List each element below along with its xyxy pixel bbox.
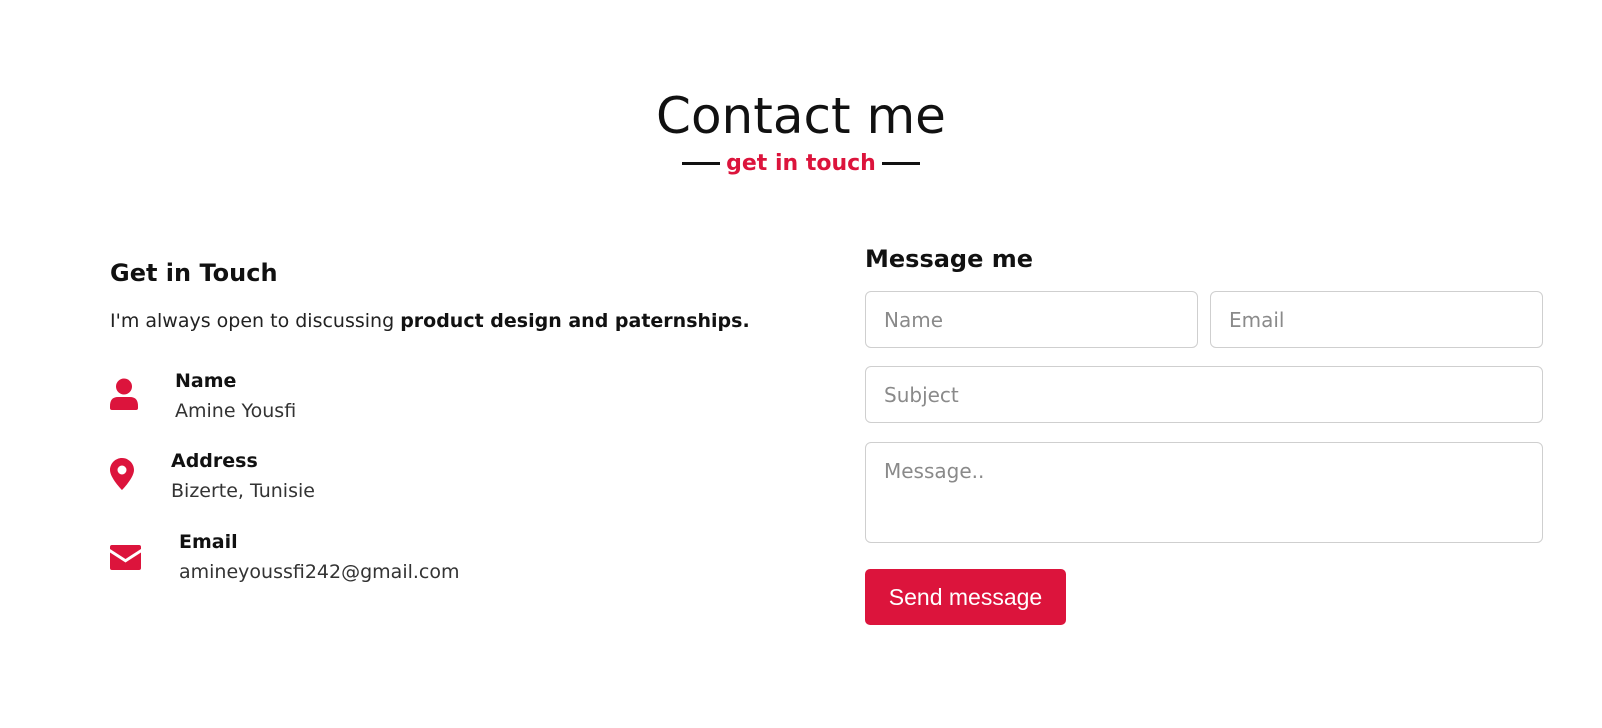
info-label-name: Name: [175, 370, 237, 392]
map-pin-icon: [110, 458, 134, 490]
envelope-icon: [110, 545, 141, 570]
info-value-email: amineyoussfi242@gmail.com: [179, 561, 460, 583]
right-dash-divider: [881, 161, 920, 165]
user-icon: [110, 378, 138, 410]
section-subtitle: get in touch: [0, 150, 1602, 178]
subtitle-text: get in touch: [726, 151, 876, 176]
contact-section: Contact me get in touch Get in Touch I'm…: [0, 0, 1602, 728]
info-value-name: Amine Yousfi: [175, 400, 297, 422]
info-value-address: Bizerte, Tunisie: [171, 480, 315, 502]
intro-bold-text: product design and paternships.: [400, 310, 750, 332]
contact-info-heading: Get in Touch: [110, 259, 278, 287]
intro-text: I'm always open to discussing: [110, 310, 401, 332]
send-message-button[interactable]: Send message: [865, 569, 1066, 625]
contact-intro: I'm always open to discussing product de…: [110, 308, 750, 334]
message-textarea[interactable]: [865, 442, 1543, 543]
email-input[interactable]: [1210, 291, 1543, 348]
info-label-address: Address: [171, 450, 258, 472]
name-input[interactable]: [865, 291, 1198, 348]
form-heading: Message me: [865, 245, 1034, 273]
message-form: Message me Send message: [865, 244, 1543, 625]
section-title: Contact me: [656, 87, 946, 145]
contact-info-panel: Get in Touch I'm always open to discussi…: [110, 258, 830, 583]
info-label-email: Email: [179, 531, 238, 553]
left-dash-divider: [682, 161, 721, 165]
subject-input[interactable]: [865, 366, 1543, 423]
